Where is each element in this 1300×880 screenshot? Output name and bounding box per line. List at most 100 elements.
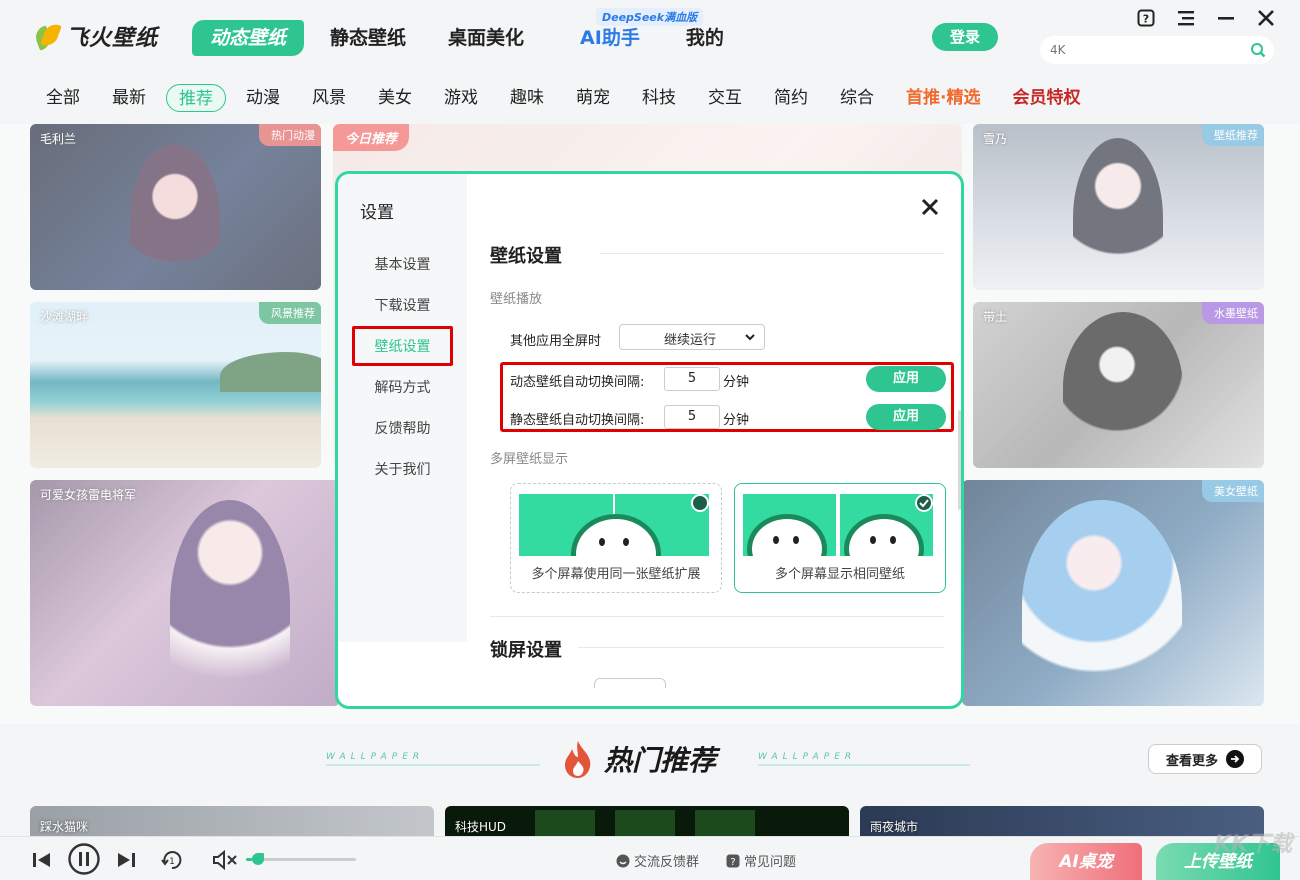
logo-text: 飞火壁纸 bbox=[66, 20, 158, 52]
minimize-icon[interactable] bbox=[1216, 8, 1236, 28]
hot-title-text: 热门推荐 bbox=[604, 739, 716, 779]
side-item-basic[interactable]: 基本设置 bbox=[338, 254, 467, 274]
search-icon[interactable] bbox=[1250, 42, 1266, 58]
tile-tag: 热门动漫 bbox=[259, 124, 321, 146]
player-bar: 1 交流反馈群 ? 常见问题 AI桌宠 上传壁纸 bbox=[0, 836, 1300, 880]
wallpaper-tile[interactable]: 带土 水墨壁纸 bbox=[973, 302, 1264, 468]
volume-fill bbox=[246, 858, 252, 861]
next-icon[interactable] bbox=[116, 852, 136, 868]
view-more-label: 查看更多 bbox=[1166, 750, 1218, 769]
wallpaper-tile[interactable]: 踩水猫咪 bbox=[30, 806, 434, 836]
window-controls: ? bbox=[1136, 8, 1276, 28]
wallpaper-tile[interactable]: 雨夜城市 bbox=[860, 806, 1264, 836]
tile-tag: 壁纸推荐 bbox=[1202, 124, 1264, 146]
wallpaper-tile[interactable]: 沙滩湖畔 风景推荐 bbox=[30, 302, 321, 468]
wallpaper-tile[interactable]: 毛利兰 热门动漫 bbox=[30, 124, 321, 290]
cat-fun[interactable]: 趣味 bbox=[510, 84, 544, 112]
cat-general[interactable]: 综合 bbox=[840, 84, 874, 112]
chat-icon bbox=[616, 854, 630, 868]
fullscreen-select-value: 继续运行 bbox=[664, 329, 716, 348]
menu-icon[interactable] bbox=[1176, 8, 1196, 28]
tile-title: 带土 bbox=[983, 308, 1007, 325]
sub-playback: 壁纸播放 bbox=[490, 288, 542, 307]
scrollbar-thumb[interactable] bbox=[958, 410, 962, 510]
today-recommend-tag: 今日推荐 bbox=[333, 124, 409, 151]
static-unit: 分钟 bbox=[723, 409, 749, 428]
volume-knob[interactable] bbox=[252, 853, 264, 865]
fullscreen-select[interactable]: 继续运行 bbox=[619, 324, 765, 350]
side-item-decode[interactable]: 解码方式 bbox=[338, 377, 467, 397]
faq-label: 常见问题 bbox=[744, 851, 796, 870]
wallpaper-tile[interactable]: 美女壁纸 bbox=[962, 480, 1264, 706]
dynamic-apply-button[interactable]: 应用 bbox=[866, 366, 946, 392]
tile-tag: 水墨壁纸 bbox=[1202, 302, 1264, 324]
wallpaper-tile[interactable]: 可爱女孩雷电将军 bbox=[30, 480, 340, 706]
settings-dialog: 设置 基本设置 下载设置 壁纸设置 解码方式 反馈帮助 关于我们 壁纸设置 壁纸… bbox=[335, 171, 964, 709]
help-icon[interactable]: ? bbox=[1136, 8, 1156, 28]
option-extend-card[interactable]: 多个屏幕使用同一张壁纸扩展 bbox=[510, 483, 722, 593]
section-lock-title: 锁屏设置 bbox=[490, 636, 562, 662]
chevron-down-icon bbox=[744, 331, 756, 343]
tile-tag: 风景推荐 bbox=[259, 302, 321, 324]
category-nav: 全部 最新 推荐 动漫 风景 美女 游戏 趣味 萌宠 科技 交互 简约 综合 首… bbox=[46, 84, 1112, 112]
deco-wallpaper-left: WALLPAPER bbox=[326, 752, 540, 766]
question-icon: ? bbox=[726, 854, 740, 868]
same-preview-left bbox=[743, 494, 836, 556]
side-item-download[interactable]: 下载设置 bbox=[338, 295, 467, 315]
radio-same-checked-icon[interactable] bbox=[915, 494, 933, 512]
cat-vip[interactable]: 会员特权 bbox=[1012, 84, 1080, 112]
wallpaper-tile[interactable]: 科技HUD bbox=[445, 806, 849, 836]
login-button[interactable]: 登录 bbox=[932, 23, 998, 51]
cat-recommend[interactable]: 推荐 bbox=[166, 84, 226, 112]
option-same-card[interactable]: 多个屏幕显示相同壁纸 bbox=[734, 483, 946, 593]
ai-desktop-pet-button[interactable]: AI桌宠 bbox=[1030, 843, 1142, 880]
option-extend-label: 多个屏幕使用同一张壁纸扩展 bbox=[511, 563, 721, 582]
feedback-group-link[interactable]: 交流反馈群 bbox=[616, 851, 699, 870]
close-window-icon[interactable] bbox=[1256, 8, 1276, 28]
close-icon[interactable] bbox=[919, 196, 941, 218]
cat-all[interactable]: 全部 bbox=[46, 84, 80, 112]
cat-interactive[interactable]: 交互 bbox=[708, 84, 742, 112]
settings-sidebar: 设置 基本设置 下载设置 壁纸设置 解码方式 反馈帮助 关于我们 bbox=[338, 174, 467, 642]
side-item-about[interactable]: 关于我们 bbox=[338, 459, 467, 479]
nav-static-wallpaper[interactable]: 静态壁纸 bbox=[330, 20, 406, 56]
section-wallpaper-title: 壁纸设置 bbox=[490, 242, 562, 268]
tile-title: 科技HUD bbox=[455, 818, 506, 835]
tile-title: 沙滩湖畔 bbox=[40, 308, 88, 325]
app-logo[interactable]: 飞火壁纸 bbox=[34, 20, 158, 52]
radio-extend[interactable] bbox=[691, 494, 709, 512]
svg-text:1: 1 bbox=[169, 857, 175, 867]
cat-beauty[interactable]: 美女 bbox=[378, 84, 412, 112]
cat-tech[interactable]: 科技 bbox=[642, 84, 676, 112]
flame-leaf-icon bbox=[34, 21, 60, 51]
nav-desktop-beautify[interactable]: 桌面美化 bbox=[448, 20, 524, 56]
static-apply-button[interactable]: 应用 bbox=[866, 404, 946, 430]
view-more-button[interactable]: 查看更多 bbox=[1148, 744, 1262, 774]
cat-latest[interactable]: 最新 bbox=[112, 84, 146, 112]
previous-icon[interactable] bbox=[32, 852, 52, 868]
side-item-feedback[interactable]: 反馈帮助 bbox=[338, 418, 467, 438]
faq-link[interactable]: ? 常见问题 bbox=[726, 851, 796, 870]
dynamic-unit: 分钟 bbox=[723, 371, 749, 390]
wallpaper-tile[interactable]: 雪乃 壁纸推荐 bbox=[973, 124, 1264, 290]
cat-featured[interactable]: 首推·精选 bbox=[906, 84, 980, 112]
fullscreen-label: 其他应用全屏时 bbox=[510, 330, 601, 349]
cat-scenery[interactable]: 风景 bbox=[312, 84, 346, 112]
nav-dynamic-wallpaper[interactable]: 动态壁纸 bbox=[192, 20, 304, 56]
cat-anime[interactable]: 动漫 bbox=[246, 84, 280, 112]
static-interval-input[interactable]: 5 bbox=[664, 405, 720, 429]
svg-text:?: ? bbox=[730, 857, 735, 868]
search-input[interactable] bbox=[1040, 36, 1230, 64]
volume-slider[interactable] bbox=[246, 858, 356, 861]
mute-icon[interactable] bbox=[212, 850, 238, 870]
feedback-group-label: 交流反馈群 bbox=[634, 851, 699, 870]
loop-one-icon[interactable]: 1 bbox=[160, 849, 184, 871]
dynamic-interval-input[interactable]: 5 bbox=[664, 367, 720, 391]
cat-game[interactable]: 游戏 bbox=[444, 84, 478, 112]
pause-icon[interactable] bbox=[68, 843, 100, 875]
dialog-title: 设置 bbox=[360, 198, 394, 223]
cat-minimal[interactable]: 简约 bbox=[774, 84, 808, 112]
side-highlight-box bbox=[352, 326, 453, 366]
cat-pets[interactable]: 萌宠 bbox=[576, 84, 610, 112]
divider bbox=[578, 647, 944, 648]
